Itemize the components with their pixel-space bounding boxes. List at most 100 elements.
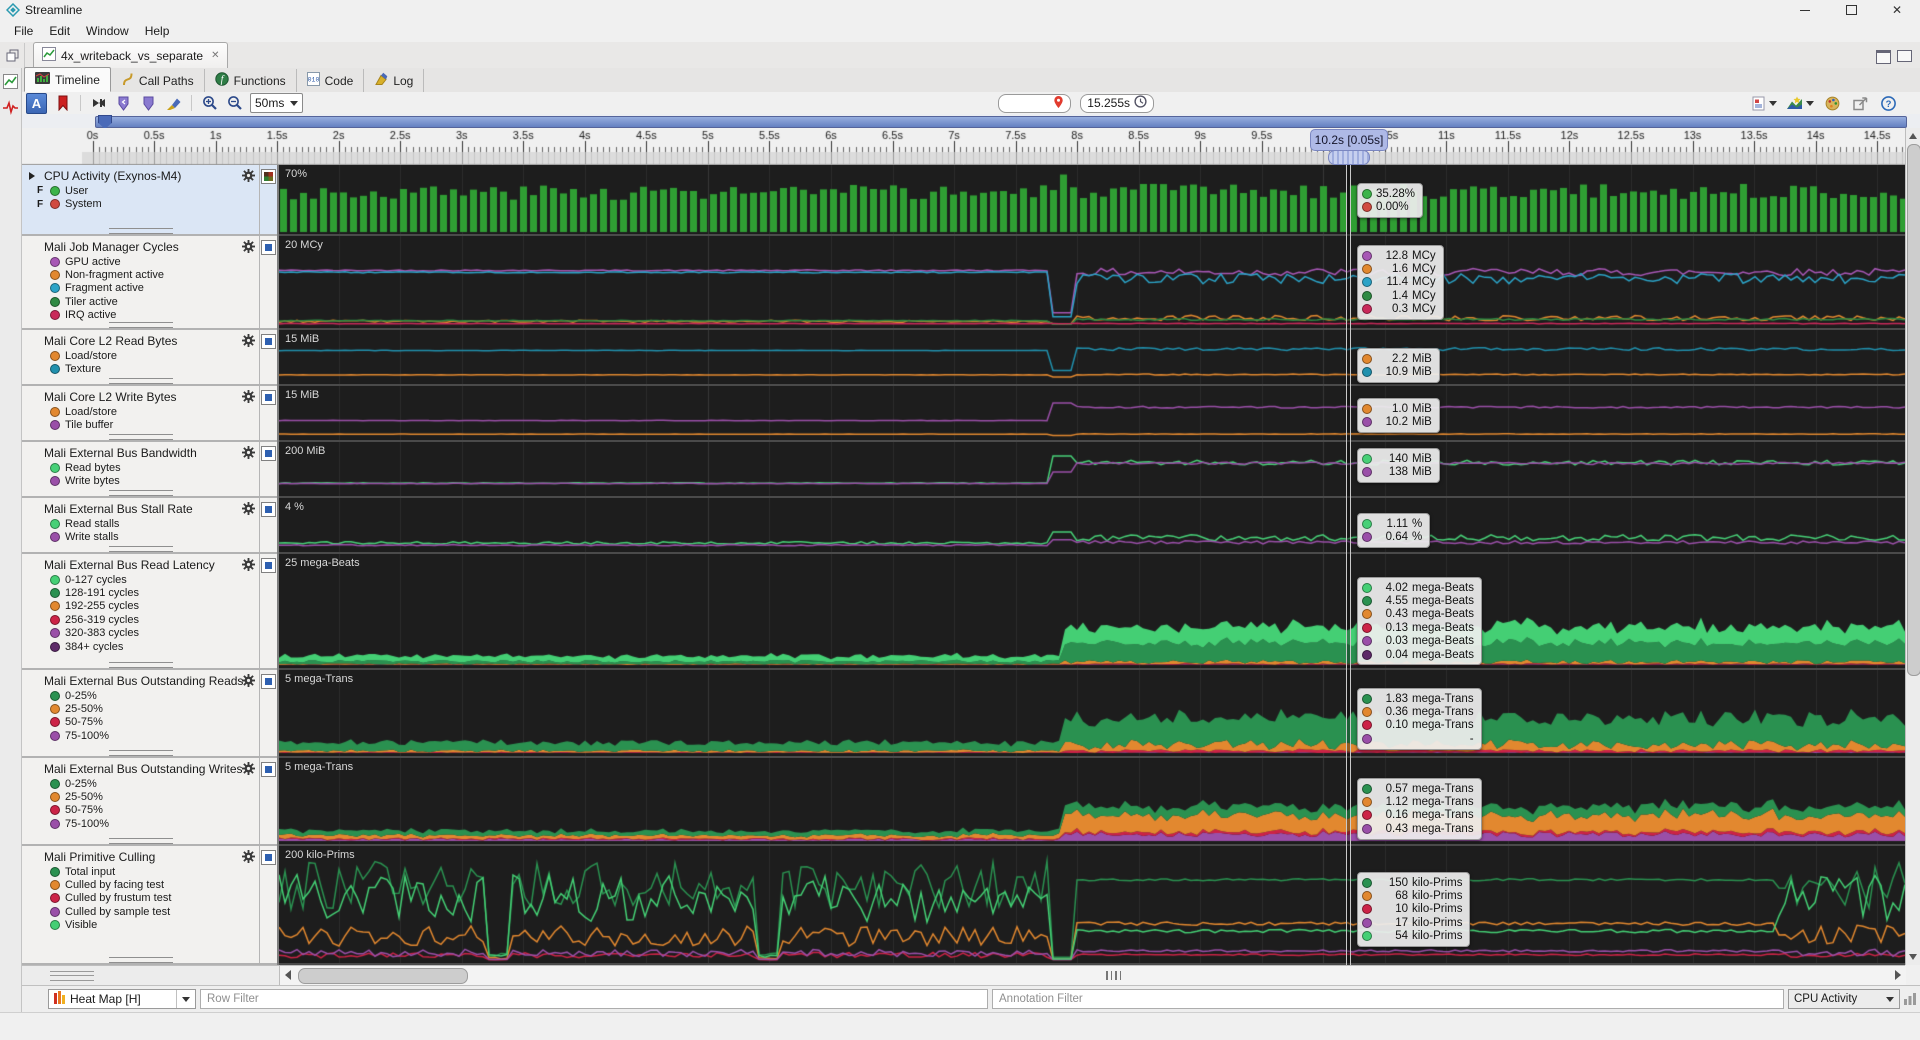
annotations-toggle-button[interactable]: A — [26, 92, 47, 114]
legend-resize-handle[interactable] — [50, 971, 94, 981]
restore-view-icon[interactable] — [0, 43, 25, 68]
cursor-handle[interactable] — [1328, 150, 1370, 165]
legend-row-l2write[interactable]: Mali Core L2 Write Bytes Load/store Tile b… — [22, 386, 277, 442]
legend-series[interactable]: Write stalls — [22, 530, 259, 543]
row-resize-handle[interactable] — [108, 490, 173, 496]
legend-series[interactable]: GPU active — [22, 255, 259, 268]
hscroll-thumb[interactable] — [298, 968, 468, 984]
chart-canvas-l2read[interactable] — [279, 330, 1905, 384]
gear-icon[interactable] — [242, 762, 255, 778]
resolution-select[interactable]: 50ms — [250, 93, 304, 113]
legend-series[interactable]: 50-75% — [22, 804, 259, 817]
legend-row-busbw[interactable]: Mali External Bus Bandwidth Read bytes Wri… — [22, 442, 277, 498]
scroll-up-icon[interactable] — [1909, 133, 1917, 139]
annotation-filter-input[interactable] — [992, 989, 1784, 1009]
row-visibility-checkbox[interactable] — [261, 502, 276, 517]
row-resize-handle[interactable] — [108, 838, 173, 844]
chart-canvas-stall[interactable] — [279, 498, 1905, 552]
scroll-left-icon[interactable] — [285, 970, 291, 980]
chart-canvas-cpu[interactable] — [279, 165, 1905, 234]
tab-close-icon[interactable]: ✕ — [211, 50, 219, 61]
row-resize-handle[interactable] — [108, 546, 173, 552]
cursor-time-badge[interactable]: 10.2s [0.05s] — [1310, 129, 1388, 151]
tab-timeline[interactable]: Timeline — [24, 67, 111, 92]
legend-series[interactable]: 0-127 cycles — [22, 573, 259, 586]
legend-series[interactable]: 384+ cycles — [22, 640, 259, 653]
legend-series[interactable]: Tiler active — [22, 295, 259, 308]
gear-icon[interactable] — [242, 169, 255, 185]
brush-icon[interactable] — [164, 94, 183, 113]
legend-series[interactable]: Total input — [22, 865, 259, 878]
legend-series[interactable]: Read bytes — [22, 461, 259, 474]
close-button[interactable]: ✕ — [1874, 0, 1920, 20]
legend-series[interactable]: 0-25% — [22, 777, 259, 790]
legend-series[interactable]: 75-100% — [22, 817, 259, 830]
row-visibility-checkbox[interactable] — [261, 390, 276, 405]
tab-log[interactable]: Log — [364, 69, 425, 92]
export-icon[interactable] — [1851, 94, 1870, 113]
legend-series[interactable]: Fragment active — [22, 282, 259, 295]
row-visibility-checkbox[interactable] — [261, 446, 276, 461]
chart-canvas-outwrites[interactable] — [279, 758, 1905, 844]
preset-select[interactable]: CPU Activity — [1788, 989, 1900, 1009]
minimize-view-icon[interactable] — [1876, 50, 1891, 64]
zoom-out-icon[interactable] — [225, 94, 244, 113]
chart-canvas-latency[interactable] — [279, 554, 1905, 668]
gear-icon[interactable] — [242, 446, 255, 462]
hscroll-track[interactable] — [279, 966, 1906, 985]
row-resize-handle[interactable] — [108, 228, 173, 234]
legend-series[interactable]: 256-319 cycles — [22, 613, 259, 626]
chart-canvas-l2write[interactable] — [279, 386, 1905, 440]
gear-icon[interactable] — [242, 850, 255, 866]
legend-series[interactable]: F User — [22, 184, 259, 197]
legend-series[interactable]: Tile buffer — [22, 418, 259, 431]
cursor-line[interactable] — [1346, 156, 1351, 965]
pulse-view-icon[interactable] — [2, 100, 19, 118]
legend-series[interactable]: 75-100% — [22, 729, 259, 742]
legend-series[interactable]: Visible — [22, 919, 259, 932]
gear-icon[interactable] — [242, 334, 255, 350]
vscroll-thumb[interactable] — [1907, 144, 1920, 676]
tab-callpaths[interactable]: Call Paths — [111, 69, 205, 92]
legend-series[interactable]: Load/store — [22, 405, 259, 418]
find-box[interactable] — [998, 93, 1072, 113]
chart-config-menu-icon[interactable] — [1786, 94, 1814, 113]
legend-series[interactable]: 192-255 cycles — [22, 600, 259, 613]
legend-series[interactable]: Read stalls — [22, 517, 259, 530]
chart-canvas-culling[interactable] — [279, 846, 1905, 963]
filter-icon[interactable] — [139, 94, 158, 113]
row-visibility-checkbox[interactable] — [261, 240, 276, 255]
menu-help[interactable]: Help — [137, 22, 178, 40]
legend-series[interactable]: Texture — [22, 362, 259, 375]
row-resize-handle[interactable] — [108, 378, 173, 384]
tab-functions[interactable]: f Functions — [205, 69, 297, 92]
tab-code[interactable]: 010 Code — [297, 69, 365, 92]
legend-row-latency[interactable]: Mali External Bus Read Latency 0-127 cycl… — [22, 554, 277, 670]
legend-series[interactable]: 128-191 cycles — [22, 586, 259, 599]
heatmap-mode-select[interactable]: Heat Map [H] — [48, 989, 196, 1009]
maximize-view-icon[interactable] — [1897, 50, 1912, 62]
help-icon[interactable]: ? — [1879, 94, 1898, 113]
row-visibility-checkbox[interactable] — [261, 334, 276, 349]
legend-series[interactable]: 50-75% — [22, 716, 259, 729]
row-resize-handle[interactable] — [108, 957, 173, 963]
time-display-box[interactable]: 15.255s — [1080, 93, 1154, 113]
scroll-down-icon[interactable] — [1909, 954, 1917, 960]
legend-series[interactable]: Culled by frustum test — [22, 892, 259, 905]
gear-icon[interactable] — [242, 674, 255, 690]
splitter-grip[interactable] — [1106, 971, 1124, 980]
row-visibility-checkbox[interactable] — [261, 850, 276, 865]
legend-row-stall[interactable]: Mali External Bus Stall Rate Read stalls W… — [22, 498, 277, 554]
legend-series[interactable]: 25-50% — [22, 790, 259, 803]
row-resize-handle[interactable] — [108, 750, 173, 756]
chart-canvas-busbw[interactable] — [279, 442, 1905, 496]
legend-series[interactable]: Culled by sample test — [22, 905, 259, 918]
row-visibility-checkbox[interactable] — [261, 762, 276, 777]
legend-series[interactable]: F System — [22, 197, 259, 210]
legend-series[interactable]: 25-50% — [22, 702, 259, 715]
legend-series[interactable]: 0-25% — [22, 689, 259, 702]
gear-icon[interactable] — [242, 390, 255, 406]
menu-window[interactable]: Window — [78, 22, 137, 40]
row-visibility-checkbox[interactable] — [261, 558, 276, 573]
scroll-right-icon[interactable] — [1895, 970, 1901, 980]
